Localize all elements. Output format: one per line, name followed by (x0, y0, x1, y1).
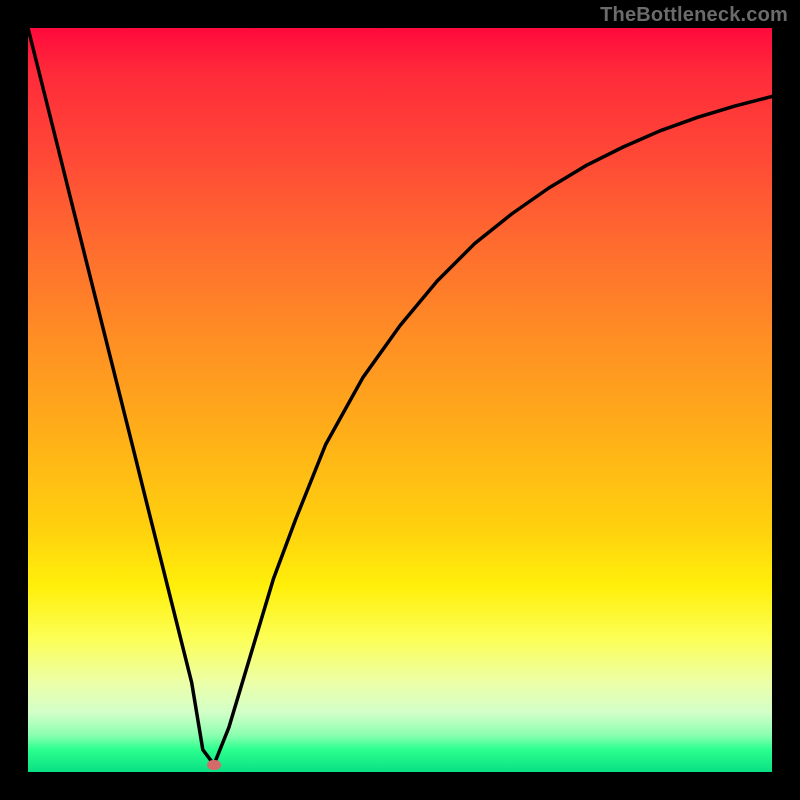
plot-area (28, 28, 772, 772)
watermark-text: TheBottleneck.com (600, 4, 788, 27)
bottleneck-curve (28, 28, 772, 772)
chart-container: TheBottleneck.com (0, 0, 800, 800)
